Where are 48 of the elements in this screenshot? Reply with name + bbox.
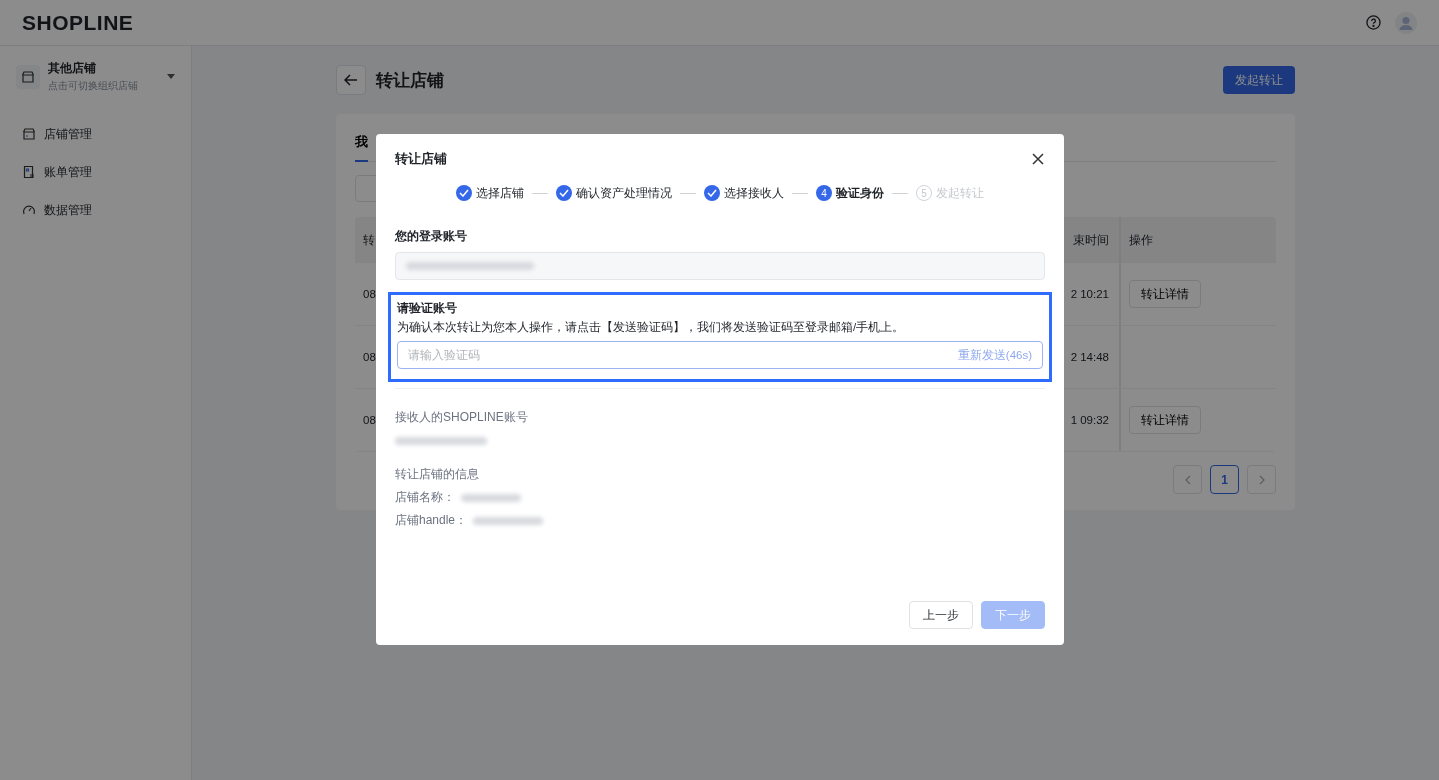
receiver-label: 接收人的SHOPLINE账号 xyxy=(395,409,529,426)
details-button[interactable]: 转让详情 xyxy=(1129,406,1201,434)
close-button[interactable] xyxy=(1031,152,1045,166)
step-label: 选择店铺 xyxy=(476,184,524,202)
table-cell: 08 xyxy=(363,414,376,426)
caret-icon[interactable] xyxy=(167,74,175,79)
chevron-left-icon xyxy=(1184,474,1191,485)
field-label: 店铺名称： xyxy=(395,489,455,506)
page-title: 转让店铺 xyxy=(376,69,444,92)
close-icon xyxy=(1031,152,1045,166)
step-number: 4 xyxy=(816,185,832,201)
dialog-title: 转让店铺 xyxy=(395,150,447,168)
table-cell: 1 09:32 xyxy=(1070,414,1109,426)
column-header: 束时间 xyxy=(1073,232,1109,248)
section-title: 请验证账号 xyxy=(397,300,458,317)
document-icon xyxy=(22,165,36,179)
previous-button[interactable]: 上一步 xyxy=(909,601,973,629)
column-header: 转 xyxy=(363,232,375,248)
gauge-icon xyxy=(22,203,36,217)
tab[interactable]: 我 xyxy=(355,124,368,162)
table-cell: 08 xyxy=(363,288,376,300)
store-icon xyxy=(22,127,36,141)
help-icon[interactable] xyxy=(1366,15,1381,30)
back-arrow-icon xyxy=(344,74,358,86)
step-label: 选择接收人 xyxy=(724,184,784,202)
sidebar-item[interactable]: 店铺管理 xyxy=(14,115,177,153)
page-button[interactable]: 1 xyxy=(1210,465,1239,494)
info-title: 转让店铺的信息 xyxy=(395,466,480,483)
redacted-text xyxy=(473,516,544,525)
step-label: 验证身份 xyxy=(836,184,884,202)
description: 为确认本次转让为您本人操作，请点击【发送验证码】，我们将发送验证码至登录邮箱/手机上。 xyxy=(397,320,906,335)
store-name[interactable]: 其他店铺 xyxy=(48,60,138,77)
back-button[interactable] xyxy=(336,65,366,95)
sidebar-item[interactable]: 账单管理 xyxy=(14,153,177,191)
field-label: 您的登录账号 xyxy=(395,228,468,245)
store-icon xyxy=(21,69,35,84)
start-transfer-button[interactable]: 发起转让 xyxy=(1223,66,1295,94)
details-button[interactable]: 转让详情 xyxy=(1129,280,1201,308)
step-label: 确认资产处理情况 xyxy=(576,184,672,202)
sidebar-item[interactable]: 数据管理 xyxy=(14,191,177,229)
column-header: 操作 xyxy=(1129,232,1153,248)
table-cell: 2 14:48 xyxy=(1070,351,1109,363)
field-label: 店铺handle： xyxy=(395,512,468,529)
chevron-right-icon xyxy=(1258,474,1265,485)
table-cell: 08 xyxy=(363,351,376,363)
redacted-text xyxy=(461,493,521,502)
logo: SHOPLINE xyxy=(22,10,134,35)
table-cell: 2 10:21 xyxy=(1070,288,1109,300)
